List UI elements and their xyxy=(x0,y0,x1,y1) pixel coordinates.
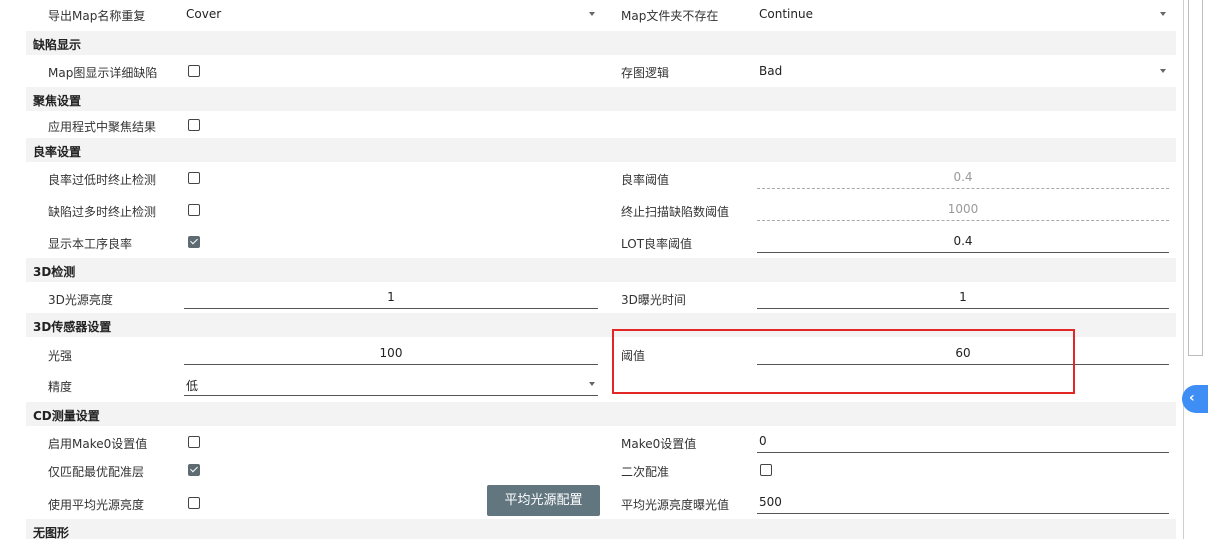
avg-light-label: 使用平均光源亮度 xyxy=(48,498,145,512)
make0-value-label: Make0设置值 xyxy=(621,437,697,451)
section-defect-display: 缺陷显示 xyxy=(26,31,1176,55)
3d-detect-row: 3D光源亮度 1 3D曝光时间 1 xyxy=(26,284,1176,314)
section-title: 3D传感器设置 xyxy=(33,320,112,334)
intensity-field[interactable]: 100 xyxy=(184,342,598,365)
folder-missing-label: Map文件夹不存在 xyxy=(621,9,719,23)
apply-focus-label: 应用程式中聚焦结果 xyxy=(48,120,157,134)
section-cd: CD测量设置 xyxy=(26,402,1176,426)
3d-light-field[interactable]: 1 xyxy=(184,286,598,309)
cd-row-1: 启用Make0设置值 Make0设置值 0 xyxy=(26,428,1176,458)
scan-stop-threshold-label: 终止扫描缺陷数阈值 xyxy=(621,205,730,219)
map-detail-checkbox[interactable] xyxy=(188,65,200,77)
cd-row-2: 仅匹配最优配准层 二次配准 xyxy=(26,458,1176,486)
section-title: 无图形 xyxy=(33,526,70,540)
map-detail-label: Map图显示详细缺陷 xyxy=(48,66,158,80)
folder-missing-select[interactable]: Continue xyxy=(757,3,1169,25)
defect-display-row: Map图显示详细缺陷 存图逻辑 Bad xyxy=(26,57,1176,85)
section-title: CD测量设置 xyxy=(33,409,100,423)
folder-missing-value: Continue xyxy=(759,7,813,21)
3d-light-label: 3D光源亮度 xyxy=(48,293,113,307)
lot-threshold-label: LOT良率阈值 xyxy=(621,237,693,251)
save-logic-label: 存图逻辑 xyxy=(621,66,670,80)
vertical-scrollbar[interactable] xyxy=(1188,0,1203,356)
scan-stop-threshold-value: 1000 xyxy=(947,202,979,216)
intensity-value: 100 xyxy=(379,346,403,360)
save-logic-select[interactable]: Bad xyxy=(757,60,1169,82)
lot-threshold-value: 0.4 xyxy=(953,234,973,248)
name-dup-value: Cover xyxy=(186,7,222,21)
yield-row-2: 缺陷过多时终止检测 终止扫描缺陷数阈值 1000 xyxy=(26,196,1176,226)
section-title: 良率设置 xyxy=(33,145,82,159)
chevron-down-icon xyxy=(589,382,595,386)
section-title: 3D检测 xyxy=(33,265,76,279)
3d-light-value: 1 xyxy=(387,290,395,304)
intensity-label: 光强 xyxy=(48,349,73,363)
avg-light-checkbox[interactable] xyxy=(188,497,200,509)
lot-threshold-field[interactable]: 0.4 xyxy=(757,230,1169,253)
make0-value: 0 xyxy=(759,434,767,448)
yield-row-3: 显示本工序良率 LOT良率阈值 0.4 xyxy=(26,228,1176,258)
section-title: 聚焦设置 xyxy=(33,94,82,108)
chevron-left-icon: ‹ xyxy=(1189,390,1195,406)
name-dup-select[interactable]: Cover xyxy=(184,3,598,25)
avg-exposure-field[interactable]: 500 xyxy=(757,491,1169,514)
avg-exposure-label: 平均光源亮度曝光值 xyxy=(621,498,730,512)
3d-exposure-value: 1 xyxy=(959,290,967,304)
make0-enable-checkbox[interactable] xyxy=(188,436,200,448)
apply-focus-checkbox[interactable] xyxy=(188,119,200,131)
show-yield-label: 显示本工序良率 xyxy=(48,237,133,251)
best-layer-checkbox[interactable] xyxy=(188,464,200,476)
section-title: 缺陷显示 xyxy=(33,38,82,52)
stop-low-yield-label: 良率过低时终止检测 xyxy=(48,173,157,187)
yield-threshold-field[interactable]: 0.4 xyxy=(757,166,1169,189)
precision-value: 低 xyxy=(186,379,199,393)
stop-many-defects-checkbox[interactable] xyxy=(188,204,200,216)
avg-exposure-value: 500 xyxy=(759,495,782,509)
name-dup-label: 导出Map名称重复 xyxy=(48,9,146,23)
make0-value-field[interactable]: 0 xyxy=(757,430,1169,453)
stop-low-yield-checkbox[interactable] xyxy=(188,172,200,184)
section-3d-detect: 3D检测 xyxy=(26,258,1176,282)
side-collapse-tab[interactable]: ‹ xyxy=(1182,385,1208,413)
3d-exposure-field[interactable]: 1 xyxy=(757,286,1169,309)
export-row: 导出Map名称重复 Cover Map文件夹不存在 Continue xyxy=(26,0,1176,28)
precision-label: 精度 xyxy=(48,380,73,394)
show-yield-checkbox[interactable] xyxy=(188,236,200,248)
section-focus: 聚焦设置 xyxy=(26,87,1176,111)
yield-threshold-value: 0.4 xyxy=(953,170,973,184)
yield-row-1: 良率过低时终止检测 良率阈值 0.4 xyxy=(26,164,1176,194)
chevron-down-icon xyxy=(589,12,595,16)
focus-row: 应用程式中聚焦结果 xyxy=(26,112,1176,138)
settings-panel: 导出Map名称重复 Cover Map文件夹不存在 Continue 缺陷显示 … xyxy=(26,0,1176,540)
scan-stop-threshold-field[interactable]: 1000 xyxy=(757,198,1169,221)
second-reg-checkbox[interactable] xyxy=(760,464,772,476)
second-reg-label: 二次配准 xyxy=(621,465,670,479)
section-no-graphic: 无图形 xyxy=(26,519,1176,540)
section-yield: 良率设置 xyxy=(26,138,1176,162)
precision-select[interactable]: 低 xyxy=(184,373,598,396)
panel-divider xyxy=(1183,0,1184,539)
stop-many-defects-label: 缺陷过多时终止检测 xyxy=(48,205,157,219)
3d-exposure-label: 3D曝光时间 xyxy=(621,293,686,307)
make0-enable-label: 启用Make0设置值 xyxy=(48,437,148,451)
highlight-box xyxy=(612,329,1075,394)
avg-light-config-button[interactable]: 平均光源配置 xyxy=(487,485,600,516)
chevron-down-icon xyxy=(1160,12,1166,16)
best-layer-label: 仅匹配最优配准层 xyxy=(48,465,145,479)
yield-threshold-label: 良率阈值 xyxy=(621,173,670,187)
cd-row-3: 使用平均光源亮度 平均光源配置 平均光源亮度曝光值 500 xyxy=(26,485,1176,518)
save-logic-value: Bad xyxy=(759,64,783,78)
chevron-down-icon xyxy=(1160,69,1166,73)
